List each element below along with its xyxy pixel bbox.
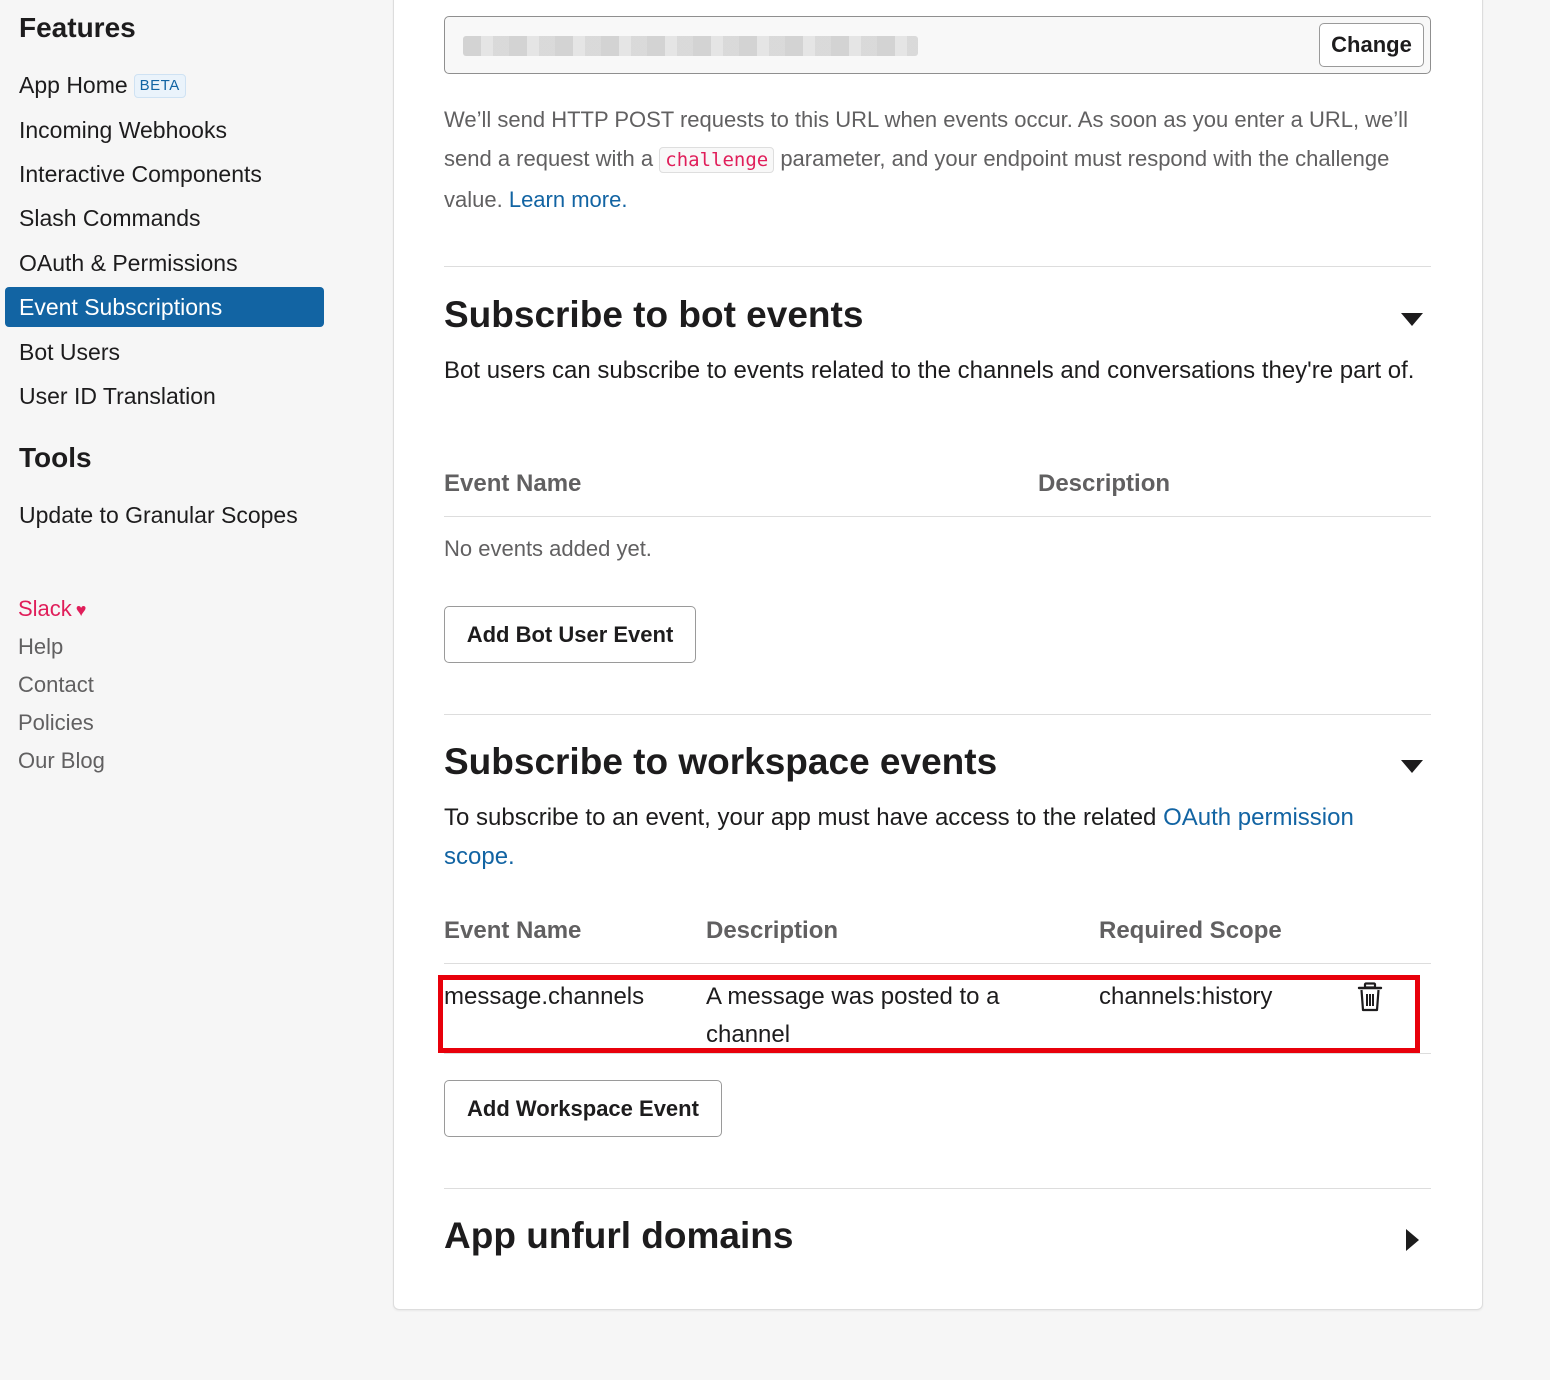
bot-events-title: Subscribe to bot events [444,294,864,335]
sidebar-item-user-id-translation[interactable]: User ID Translation [19,376,216,416]
workspace-events-title: Subscribe to workspace events [444,741,998,782]
footer-slack-link[interactable]: Slack ♥ [18,596,86,622]
workspace-description-text: To subscribe to an event, your app must … [444,804,1164,831]
table-header-divider [444,963,1431,964]
table-header-divider [444,516,1431,517]
sidebar-item-event-subscriptions[interactable]: Event Subscriptions [5,287,324,327]
sidebar-item-label: App Home [19,72,128,98]
collapse-caret-icon[interactable] [1401,313,1423,326]
add-workspace-event-button[interactable]: Add Workspace Event [444,1080,722,1137]
footer-help-link[interactable]: Help [18,634,63,660]
heart-icon: ♥ [75,600,87,620]
sidebar-item-oauth-permissions[interactable]: OAuth & Permissions [19,243,238,283]
sidebar-item-update-granular-scopes[interactable]: Update to Granular Scopes [19,495,298,535]
slack-label: Slack [18,596,72,621]
row-divider [444,1053,1431,1054]
footer-policies-link[interactable]: Policies [18,710,94,736]
expand-caret-icon[interactable] [1406,1229,1419,1251]
divider [444,714,1431,715]
workspace-events-description: To subscribe to an event, your app must … [444,798,1404,876]
bot-empty-text: No events added yet. [444,536,652,561]
ws-col-description: Description [706,917,839,944]
footer-blog-link[interactable]: Our Blog [18,748,105,774]
bot-events-description: Bot users can subscribe to events relate… [444,357,1415,384]
sidebar-item-app-home[interactable]: App Home BETA [19,65,186,105]
sidebar: Features App Home BETA Incoming Webhooks … [0,0,340,1380]
footer-contact-link[interactable]: Contact [18,672,94,698]
divider [444,1188,1431,1189]
sidebar-item-interactive-components[interactable]: Interactive Components [19,154,262,194]
bot-col-event-name: Event Name [444,470,582,497]
collapse-caret-icon[interactable] [1401,760,1423,773]
features-heading: Features [19,12,136,43]
bot-col-description: Description [1038,470,1171,497]
sidebar-item-bot-users[interactable]: Bot Users [19,332,120,372]
sidebar-item-incoming-webhooks[interactable]: Incoming Webhooks [19,110,227,150]
unfurl-domains-title: App unfurl domains [444,1215,794,1256]
divider [444,266,1431,267]
learn-more-link[interactable]: Learn more. [509,187,628,212]
add-bot-user-event-button[interactable]: Add Bot User Event [444,606,696,663]
ws-col-required-scope: Required Scope [1099,917,1282,944]
sidebar-item-slash-commands[interactable]: Slash Commands [19,198,201,238]
challenge-code: challenge [659,147,775,173]
beta-badge: BETA [133,74,186,98]
tools-heading: Tools [19,442,92,473]
ws-col-event-name: Event Name [444,917,582,944]
highlight-box [438,975,1420,1053]
request-url-field[interactable] [444,16,1431,74]
change-url-button[interactable]: Change [1319,23,1424,67]
request-url-help: We’ll send HTTP POST requests to this UR… [444,100,1429,219]
redacted-url [463,36,918,56]
